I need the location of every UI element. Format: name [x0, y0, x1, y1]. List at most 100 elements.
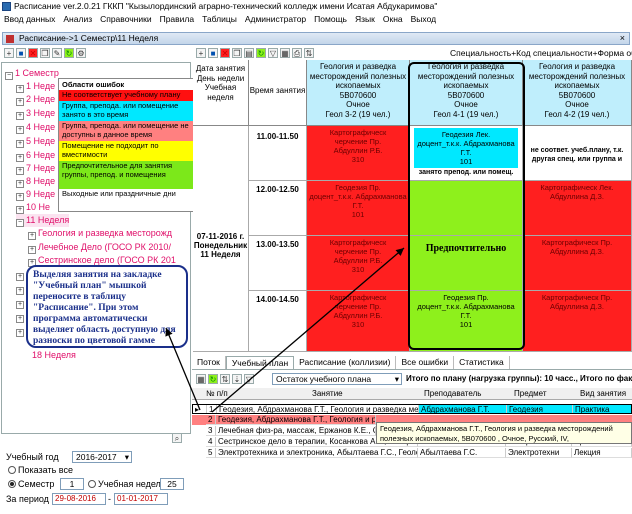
lesson-cell[interactable]: Картографическ Лек. Абдуллина Д.З. — [523, 181, 632, 236]
add-icon[interactable]: + — [196, 48, 206, 58]
refresh-icon[interactable]: ↻ — [64, 48, 74, 58]
semester-stepper[interactable]: 1 — [60, 478, 84, 490]
date-to-field[interactable]: 01-01-2017 — [114, 493, 168, 505]
date-from-field[interactable]: 29-08-2016 — [52, 493, 106, 505]
column-header[interactable]: № п/п — [206, 388, 228, 400]
binoculars-icon[interactable]: ⌕ — [172, 433, 182, 443]
tree-week[interactable]: +3 Неде — [16, 107, 55, 120]
paste-icon[interactable]: ▤ — [244, 48, 254, 58]
year-label: Учебный год — [6, 452, 59, 462]
save-icon[interactable]: ■ — [16, 48, 26, 58]
schedule-toolbar: + ■ ✕ ❐ ▤ ↻ ▽ ▦ ⎙ ⇅ — [193, 46, 443, 60]
copy-icon[interactable]: ❐ — [232, 48, 242, 58]
menu-exit[interactable]: Выход — [407, 13, 440, 26]
show-all-radio[interactable]: Показать все — [8, 465, 73, 475]
edit-icon[interactable]: ✎ — [52, 48, 62, 58]
legend-item: Выходные или праздничные дни — [59, 189, 193, 201]
group-header[interactable]: Геология и разведка месторождений полезны… — [307, 60, 410, 126]
app-icon — [2, 2, 11, 11]
menu-admin[interactable]: Администратор — [241, 13, 310, 26]
corner-header: Дата занятия День недели Учебная неделя — [193, 60, 249, 126]
window-title-bar: Расписание ver.2.0.21 ГККП "Кызылординск… — [0, 0, 632, 13]
lesson-cell[interactable]: Картографическ Пр. Абдуллина Д.З. — [523, 236, 632, 291]
lesson-cell[interactable]: Картографическ черчение Пр. Абдуллин Р.Б. 3… — [307, 126, 410, 181]
tab-statistics[interactable]: Статистика — [454, 356, 510, 369]
tree-week[interactable]: +5 Неде — [16, 135, 55, 148]
filter-icon[interactable]: ▽ — [268, 48, 278, 58]
grid-icon[interactable]: ▦ — [196, 374, 206, 384]
week-radio[interactable]: Учебная неделя — [88, 479, 166, 489]
tree-week[interactable]: + — [16, 268, 26, 281]
grid-icon[interactable]: ▦ — [280, 48, 290, 58]
delete-icon[interactable]: ✕ — [220, 48, 230, 58]
lesson-cell[interactable]: Геодезия Пр. доцент_т.к.к. Абдрахманова Г.… — [307, 181, 410, 236]
sort-icon[interactable]: ⇅ — [304, 48, 314, 58]
delete-icon[interactable]: ✕ — [28, 48, 38, 58]
column-header[interactable]: Преподаватель — [424, 388, 481, 400]
tree-week[interactable]: +10 Не — [16, 201, 50, 214]
tree-week[interactable]: 18 Неделя — [32, 349, 76, 362]
column-header[interactable]: Занятие — [312, 388, 343, 400]
tree-week[interactable]: +9 Неде — [16, 188, 55, 201]
menu-tables[interactable]: Таблицы — [198, 13, 241, 26]
tree-specialty[interactable]: + Геология и разведка месторожд — [28, 227, 172, 240]
tree-week[interactable]: + — [16, 310, 26, 323]
print-icon[interactable]: ⎙ — [292, 48, 302, 58]
sort-desc-icon[interactable]: ⇣ — [232, 374, 242, 384]
save-icon[interactable]: ■ — [208, 48, 218, 58]
copy-icon[interactable]: ❐ — [40, 48, 50, 58]
week-stepper[interactable]: 25 — [160, 478, 184, 490]
document-tab[interactable]: Расписание->1 Семестр\11 Неделя × — [2, 32, 630, 45]
semester-radio[interactable]: Семестр — [8, 479, 54, 489]
time-cell: 13.00-13.50 — [249, 236, 307, 291]
column-header[interactable]: Вид занятия — [580, 388, 626, 400]
tree-week[interactable]: + — [16, 296, 26, 309]
menu-analysis[interactable]: Анализ — [59, 13, 96, 26]
menu-language[interactable]: Язык — [351, 13, 379, 26]
close-icon[interactable]: × — [620, 33, 625, 44]
lesson-cell[interactable]: не соответ. учеб.плану, т.к. другая спец.… — [523, 126, 632, 181]
lesson-cell[interactable]: Картографическ Пр. Абдуллина Д.З. — [523, 291, 632, 352]
tree-week[interactable]: + — [16, 282, 26, 295]
tree-week[interactable]: + — [16, 324, 26, 337]
lesson-cell[interactable]: Картографическ черчение Пр. Абдуллин Р.Б. 3… — [307, 236, 410, 291]
table-row[interactable]: 5 Электротехника и электроника, Абылтаев… — [192, 448, 632, 458]
menu-help[interactable]: Помощь — [310, 13, 351, 26]
tree-specialty[interactable]: + Лечебное Дело (ГОСО РК 2010/ — [28, 241, 171, 254]
schedule-grid: Дата занятия День недели Учебная неделя … — [193, 60, 632, 352]
tree-week[interactable]: +2 Неде — [16, 93, 55, 106]
tab-all-errors[interactable]: Все ошибки — [396, 356, 455, 369]
tree-week-selected[interactable]: −11 Неделя — [16, 214, 70, 227]
tab-curriculum[interactable]: Учебный план — [225, 356, 295, 369]
tree-week[interactable]: +1 Неде — [16, 80, 55, 93]
menu-rules[interactable]: Правила — [156, 13, 199, 26]
settings-icon[interactable]: ⚙ — [76, 48, 86, 58]
column-header[interactable]: Предмет — [514, 388, 547, 400]
menu-windows[interactable]: Окна — [379, 13, 407, 26]
pivot-header: Специальность+Код специальности+Форма об… — [450, 48, 632, 58]
tree-week[interactable]: +6 Неде — [16, 149, 55, 162]
bottom-tabs: Поток Учебный план Расписание (коллизии)… — [192, 356, 632, 370]
document-tab-label: Расписание->1 Семестр\11 Неделя — [19, 33, 159, 43]
table-row[interactable]: ▸ 1 Геодезия, Абдрахманова Г.Т., Геологи… — [192, 404, 632, 414]
plan-filter-select[interactable]: Остаток учебного плана ▾ — [272, 373, 402, 385]
tab-stream[interactable]: Поток — [192, 356, 226, 369]
collapse-icon[interactable]: − — [5, 72, 13, 80]
add-icon[interactable]: + — [4, 48, 14, 58]
filter-icon[interactable]: ▽ — [244, 374, 254, 384]
tree-root[interactable]: −1 Семестр — [5, 67, 59, 80]
refresh-icon[interactable]: ↻ — [208, 374, 218, 384]
sort-icon[interactable]: ⇅ — [220, 374, 230, 384]
tree-week[interactable]: +7 Неде — [16, 162, 55, 175]
year-select[interactable]: 2016-2017 ▾ — [72, 451, 132, 463]
chevron-down-icon: ▾ — [124, 452, 129, 462]
refresh-icon[interactable]: ↻ — [256, 48, 266, 58]
group-header[interactable]: Геология и разведка месторождений полезны… — [523, 60, 632, 126]
menu-references[interactable]: Справочники — [96, 13, 156, 26]
legend-item: Предпочтительное для занятия группы, пре… — [59, 161, 193, 189]
tree-week[interactable]: +8 Неде — [16, 175, 55, 188]
tree-week[interactable]: +4 Неде — [16, 121, 55, 134]
lesson-cell[interactable]: Картографическ черчение Пр. Абдуллин Р.Б. 3… — [307, 291, 410, 352]
menu-input[interactable]: Ввод данных — [0, 13, 59, 26]
tab-collisions[interactable]: Расписание (коллизии) — [294, 356, 397, 369]
